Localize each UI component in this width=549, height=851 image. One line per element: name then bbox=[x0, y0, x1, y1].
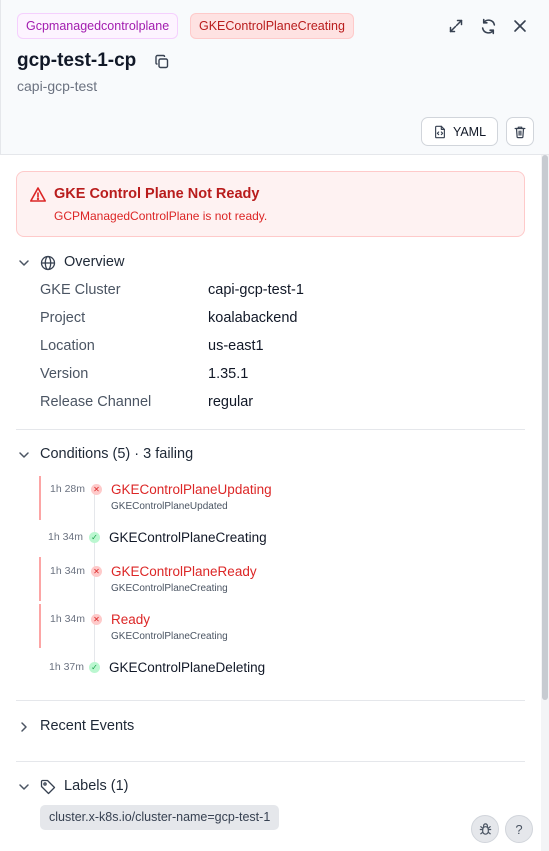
condition-time: 1h 28m bbox=[50, 483, 86, 495]
chevron-down-icon[interactable] bbox=[17, 780, 31, 794]
overview-value: 1.35.1 bbox=[208, 366, 249, 382]
scrollbar[interactable] bbox=[541, 155, 549, 851]
chevron-down-icon[interactable] bbox=[17, 256, 31, 270]
overview-key: Project bbox=[40, 310, 86, 326]
condition-name: Ready bbox=[111, 612, 151, 627]
check-circle-icon: ✓ bbox=[89, 532, 100, 543]
copy-icon[interactable] bbox=[154, 54, 170, 70]
condition-reason: GKEControlPlaneUpdated bbox=[111, 501, 228, 512]
globe-icon bbox=[40, 255, 56, 271]
help-icon: ? bbox=[515, 821, 523, 837]
chevron-down-icon[interactable] bbox=[17, 448, 31, 462]
section-divider bbox=[16, 700, 525, 701]
failing-indicator bbox=[39, 557, 41, 601]
section-divider bbox=[16, 429, 525, 430]
condition-time: 1h 34m bbox=[48, 531, 84, 543]
overview-value: us-east1 bbox=[208, 338, 264, 354]
warning-triangle-icon bbox=[29, 186, 47, 204]
overview-key: Version bbox=[40, 366, 89, 382]
kind-badge: Gcpmanagedcontrolplane bbox=[17, 13, 179, 39]
refresh-icon[interactable] bbox=[477, 15, 499, 37]
recent-events-section-header[interactable]: Recent Events bbox=[40, 718, 134, 734]
condition-name: GKEControlPlaneDeleting bbox=[109, 660, 266, 675]
condition-name: GKEControlPlaneUpdating bbox=[111, 482, 272, 497]
x-circle-icon: ✕ bbox=[91, 484, 102, 495]
x-circle-icon: ✕ bbox=[91, 566, 102, 577]
debug-button[interactable] bbox=[471, 815, 499, 843]
file-code-icon bbox=[433, 125, 447, 139]
conditions-section-header[interactable]: Conditions (5) · 3 failing bbox=[40, 446, 193, 462]
condition-time: 1h 34m bbox=[50, 565, 86, 577]
x-circle-icon: ✕ bbox=[91, 614, 102, 625]
status-badge: GKEControlPlaneCreating bbox=[190, 13, 354, 39]
overview-key: Location bbox=[40, 338, 95, 354]
help-button[interactable]: ? bbox=[505, 815, 533, 843]
check-circle-icon: ✓ bbox=[89, 662, 100, 673]
overview-value: regular bbox=[208, 394, 254, 410]
failing-indicator bbox=[39, 476, 41, 520]
condition-time: 1h 34m bbox=[50, 613, 86, 625]
delete-button[interactable] bbox=[506, 117, 534, 146]
close-icon[interactable] bbox=[509, 15, 531, 37]
condition-reason: GKEControlPlaneCreating bbox=[111, 583, 228, 594]
scrollbar-thumb[interactable] bbox=[542, 155, 548, 700]
tag-icon bbox=[40, 779, 56, 795]
yaml-button-label: YAML bbox=[452, 124, 487, 139]
page-title: gcp-test-1-cp bbox=[17, 50, 137, 71]
alert-title: GKE Control Plane Not Ready bbox=[54, 186, 260, 202]
overview-section-header[interactable]: Overview bbox=[64, 254, 124, 270]
chevron-right-icon[interactable] bbox=[17, 720, 31, 734]
label-chip: cluster.x-k8s.io/cluster-name=gcp-test-1 bbox=[40, 805, 280, 830]
overview-value: koalabackend bbox=[208, 310, 298, 326]
alert-message: GCPManagedControlPlane is not ready. bbox=[54, 209, 268, 223]
condition-reason: GKEControlPlaneCreating bbox=[111, 631, 228, 642]
condition-time: 1h 37m bbox=[49, 661, 85, 673]
section-divider bbox=[16, 761, 525, 762]
expand-icon[interactable] bbox=[445, 15, 467, 37]
panel-header: Gcpmanagedcontrolplane GKEControlPlaneCr… bbox=[0, 0, 549, 155]
bug-icon bbox=[478, 822, 493, 837]
condition-name: GKEControlPlaneCreating bbox=[109, 530, 267, 545]
labels-section-header[interactable]: Labels (1) bbox=[64, 778, 128, 794]
overview-key: GKE Cluster bbox=[40, 282, 121, 298]
yaml-button[interactable]: YAML bbox=[421, 117, 498, 146]
namespace-subtitle: capi-gcp-test bbox=[17, 78, 98, 94]
overview-value: capi-gcp-test-1 bbox=[208, 282, 304, 298]
condition-name: GKEControlPlaneReady bbox=[111, 564, 257, 579]
trash-icon bbox=[513, 125, 527, 139]
timeline-line bbox=[94, 489, 95, 669]
alert-banner: GKE Control Plane Not Ready GCPManagedCo… bbox=[16, 171, 525, 237]
failing-indicator bbox=[39, 604, 41, 648]
overview-key: Release Channel bbox=[40, 394, 152, 410]
